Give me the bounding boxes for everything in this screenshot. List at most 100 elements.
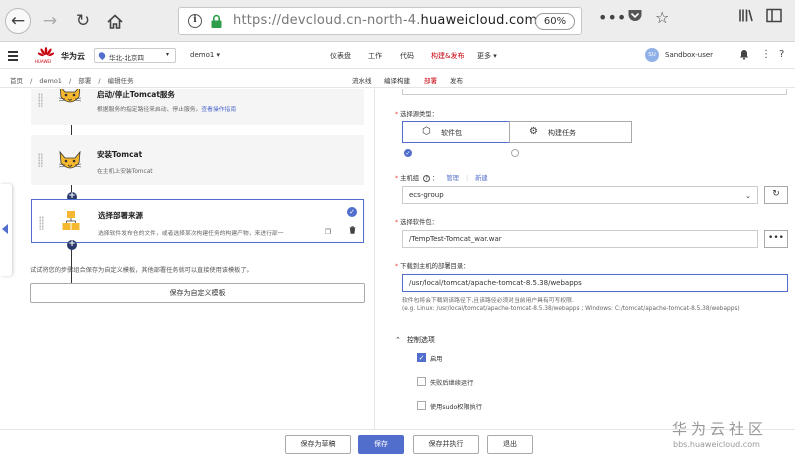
tab-pipeline[interactable]: 流水线 (352, 75, 372, 85)
continue-on-failure-label: 失败后继续运行 (430, 380, 474, 387)
source-option-build-task[interactable]: ⚙ 构建任务 (509, 121, 632, 143)
task-card-select-deploy-source[interactable]: 选择部署来源 选择软件发布仓的文件，或者选择某次构建任务的构建产物，来进行部一 … (31, 199, 364, 243)
step-connector (71, 125, 72, 135)
deploy-path-label-text: 下载到主机的部署目录： (400, 263, 470, 270)
bookmark-star-icon[interactable]: ☆ (655, 8, 669, 27)
nav-work[interactable]: 工作 (368, 51, 382, 61)
exit-button[interactable]: 退出 (487, 435, 533, 454)
tab-release[interactable]: 发布 (450, 75, 463, 85)
nav-dashboard[interactable]: 仪表盘 (330, 51, 351, 61)
avatar[interactable]: SU (645, 48, 659, 62)
nav-more[interactable]: 更多 ▾ (477, 51, 497, 61)
source-option-software-package[interactable]: ⬡ 软件包 (402, 121, 525, 143)
refresh-button[interactable]: ↻ (764, 186, 788, 204)
task-desc-text: 根据服务的指定路径来启动、停止服务。 (97, 107, 202, 113)
chevron-up-icon: ⌃ (395, 336, 401, 344)
info-icon[interactable]: i (188, 14, 202, 28)
more-icon[interactable]: ••• (598, 8, 626, 27)
watermark: 华为云社区 (672, 420, 768, 438)
tab-deploy[interactable]: 部署 (424, 75, 437, 85)
bell-icon[interactable] (739, 49, 749, 63)
check-icon: ✓ (347, 207, 357, 217)
drag-handle-icon[interactable] (38, 153, 43, 167)
control-options-toggle[interactable]: ⌃ 控制选项 (395, 335, 435, 345)
forward-arrow-icon[interactable]: → (37, 8, 63, 34)
home-icon[interactable] (102, 8, 128, 34)
task-card-install-tomcat[interactable]: 安装Tomcat 在主机上安装Tomcat (31, 135, 364, 185)
save-draft-button[interactable]: 保存为草稿 (285, 435, 351, 454)
package-boxes-icon (62, 211, 80, 230)
library-icon[interactable] (738, 8, 754, 27)
project-selector[interactable]: demo1 ▾ (190, 51, 220, 59)
collapse-panel-handle[interactable] (0, 184, 12, 276)
source-radio-software-package[interactable]: ✓ (404, 149, 412, 157)
source-type-label: * 选择源类型： (395, 111, 438, 118)
brand-name: 华为云 (61, 52, 85, 61)
zoom-level-badge[interactable]: 60% (535, 13, 575, 30)
tab-compile-build[interactable]: 编译构建 (384, 75, 410, 85)
package-label-text: 选择软件包： (400, 219, 438, 226)
save-button[interactable]: 保存 (358, 435, 404, 454)
location-pin-icon (97, 50, 107, 61)
sidebar-icon[interactable] (766, 8, 782, 27)
breadcrumb-separator: / (69, 77, 72, 85)
deploy-path-label: * 下载到主机的部署目录： (395, 263, 470, 270)
package-label: * 选择软件包： (395, 219, 438, 226)
lock-icon (211, 14, 222, 28)
watermark-url: bbs.huaweicloud.com (673, 440, 760, 449)
save-as-template-button[interactable]: 保存为自定义模板 (30, 283, 365, 303)
drag-handle-icon[interactable] (39, 216, 44, 230)
nav-build-release[interactable]: 构建&发布 (431, 51, 464, 61)
browse-package-button[interactable]: ••• (764, 230, 788, 248)
enable-checkbox[interactable]: ✓ (417, 353, 426, 362)
chevron-down-icon: ⌄ (745, 192, 751, 200)
url-text: https://devcloud.cn-north-4.huaweicloud.… (233, 13, 537, 28)
previous-field-input[interactable] (402, 89, 787, 95)
breadcrumb-deploy[interactable]: 部署 (78, 77, 91, 85)
deploy-path-input[interactable]: /usr/local/tomcat/apache-tomcat-8.5.38/w… (402, 274, 788, 292)
task-description: 根据服务的指定路径来启动、停止服务。查看操作指南 (97, 104, 236, 113)
manage-host-group-link[interactable]: 管理 (446, 175, 459, 182)
host-group-select[interactable]: ecs-group ⌄ (402, 186, 758, 204)
task-card-start-stop-tomcat[interactable]: 启动/停止Tomcat服务 根据服务的指定路径来启动、停止服务。查看操作指南 (31, 89, 364, 125)
sudo-label: 使用sudo权限执行 (430, 404, 482, 411)
pocket-icon[interactable] (627, 8, 643, 27)
copy-icon[interactable]: ❐ (325, 228, 331, 236)
menu-icon[interactable] (8, 51, 18, 63)
save-and-run-button[interactable]: 保存并执行 (413, 435, 479, 454)
back-arrow-icon[interactable]: ← (5, 8, 31, 34)
drag-handle-icon[interactable] (38, 93, 43, 107)
continue-on-failure-checkbox[interactable] (417, 377, 426, 386)
breadcrumb-separator: / (98, 77, 101, 85)
option-label: 软件包 (441, 129, 462, 137)
breadcrumb: 首页 / demo1 / 部署 / 编辑任务 (10, 75, 139, 85)
username[interactable]: Sandbox-user (665, 51, 713, 59)
trash-icon[interactable] (349, 226, 356, 236)
more-vertical-icon[interactable]: ⋮ (761, 49, 771, 60)
address-bar[interactable]: i https://devcloud.cn-north-4.huaweiclou… (178, 7, 582, 35)
breadcrumb-separator: / (30, 77, 33, 85)
sudo-checkbox[interactable] (417, 401, 426, 410)
help-icon[interactable]: ? (779, 49, 784, 60)
sub-header: 首页 / demo1 / 部署 / 编辑任务 流水线 编译构建 部署 发布 (0, 70, 795, 88)
operation-guide-link[interactable]: 查看操作指南 (201, 107, 236, 113)
url-prefix: https://devcloud.cn-north-4. (233, 13, 421, 28)
reload-icon[interactable]: ↻ (70, 8, 96, 34)
package-input[interactable]: /TempTest-Tomcat_war.war (402, 230, 758, 248)
add-step-icon[interactable]: + (67, 240, 77, 250)
nav-code[interactable]: 代码 (400, 51, 414, 61)
host-group-value: ecs-group (409, 191, 444, 199)
task-title: 选择部署来源 (98, 211, 143, 220)
region-selector[interactable]: 华北-北京四 ▾ (94, 48, 176, 63)
url-domain: huaweicloud.com (420, 13, 538, 28)
source-radio-build-task[interactable] (511, 149, 519, 157)
task-steps-panel: 启动/停止Tomcat服务 根据服务的指定路径来启动、停止服务。查看操作指南 安… (0, 89, 375, 429)
logo-subtext: HUAWEI (35, 59, 52, 64)
task-config-panel: * 选择源类型： ⬡ 软件包 ⚙ 构建任务 ✓ * 主机组 ?： 管理 | 新建 e… (376, 89, 795, 429)
breadcrumb-home[interactable]: 首页 (10, 77, 23, 85)
tomcat-icon (58, 89, 82, 103)
new-host-group-link[interactable]: 新建 (475, 175, 488, 182)
breadcrumb-project[interactable]: demo1 (39, 77, 62, 85)
template-hint-text: 试试将您的步骤组合保存为自定义模板，其他部署任务就可以直接使用该模板了。 (30, 267, 253, 274)
help-icon[interactable]: ? (423, 175, 431, 182)
